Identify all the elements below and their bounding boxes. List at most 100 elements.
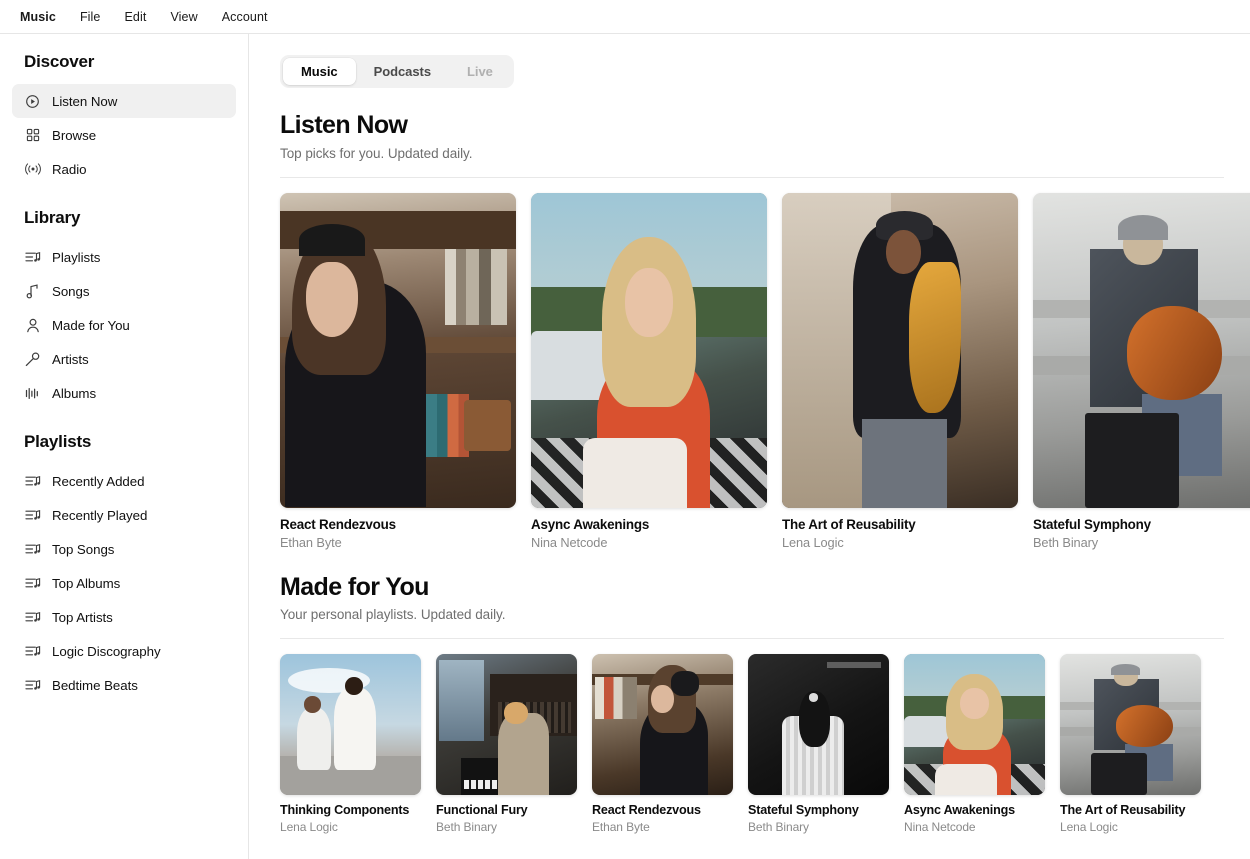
playlist-icon xyxy=(24,677,41,694)
sidebar-heading-playlists: Playlists xyxy=(12,432,236,452)
album-card[interactable]: React Rendezvous Ethan Byte xyxy=(592,654,733,834)
tab-live[interactable]: Live xyxy=(449,58,511,85)
sidebar-item-label: Playlists xyxy=(52,250,100,265)
album-card[interactable]: Stateful Symphony Beth Binary xyxy=(1033,193,1250,550)
sidebar-item-label: Made for You xyxy=(52,318,130,333)
artwork-image xyxy=(782,193,1018,508)
album-artist: Nina Netcode xyxy=(531,535,767,550)
person-icon xyxy=(24,317,41,334)
sidebar-item-made-for-you[interactable]: Made for You xyxy=(12,308,236,342)
sidebar-section-discover: Discover Listen Now Browse xyxy=(12,52,236,186)
sidebar-section-playlists: Playlists Recently Added xyxy=(12,432,236,702)
album-artwork[interactable] xyxy=(904,654,1045,795)
album-artwork[interactable] xyxy=(1060,654,1201,795)
artwork-image xyxy=(904,654,1045,795)
album-title: The Art of Reusability xyxy=(1060,803,1201,817)
sidebar-item-label: Radio xyxy=(52,162,87,177)
artwork-image xyxy=(531,193,767,508)
album-artwork[interactable] xyxy=(592,654,733,795)
album-artist: Lena Logic xyxy=(280,820,421,834)
section-title: Listen Now xyxy=(280,112,1250,140)
sidebar-section-library: Library Playlists xyxy=(12,208,236,410)
artwork-image xyxy=(748,654,889,795)
album-artwork[interactable] xyxy=(531,193,767,508)
album-artwork[interactable] xyxy=(782,193,1018,508)
artwork-image xyxy=(1060,654,1201,795)
album-card[interactable]: Stateful Symphony Beth Binary xyxy=(748,654,889,834)
album-artwork[interactable] xyxy=(436,654,577,795)
sidebar-item-top-albums[interactable]: Top Albums xyxy=(12,566,236,600)
album-artwork[interactable] xyxy=(280,654,421,795)
album-artist: Lena Logic xyxy=(1060,820,1201,834)
sidebar-item-artists[interactable]: Artists xyxy=(12,342,236,376)
menu-item-file[interactable]: File xyxy=(68,6,113,28)
album-artist: Beth Binary xyxy=(748,820,889,834)
album-artist: Nina Netcode xyxy=(904,820,1045,834)
sidebar-item-label: Browse xyxy=(52,128,96,143)
sidebar-item-label: Recently Added xyxy=(52,474,144,489)
section-title: Made for You xyxy=(280,574,1250,602)
sidebar: Discover Listen Now Browse xyxy=(0,34,249,859)
sidebar-item-recently-added[interactable]: Recently Added xyxy=(12,464,236,498)
menu-item-view[interactable]: View xyxy=(158,6,209,28)
playlist-icon xyxy=(24,643,41,660)
tab-music[interactable]: Music xyxy=(283,58,356,85)
menu-item-account[interactable]: Account xyxy=(210,6,280,28)
album-title: Stateful Symphony xyxy=(748,803,889,817)
album-artwork[interactable] xyxy=(748,654,889,795)
album-title: Functional Fury xyxy=(436,803,577,817)
album-title: The Art of Reusability xyxy=(782,517,1018,532)
playlist-icon xyxy=(24,575,41,592)
content-type-tabs: Music Podcasts Live xyxy=(280,55,514,88)
app-shell: Discover Listen Now Browse xyxy=(0,34,1250,859)
music-note-icon xyxy=(24,283,41,300)
playlist-icon xyxy=(24,609,41,626)
sidebar-item-songs[interactable]: Songs xyxy=(12,274,236,308)
grid-icon xyxy=(24,127,41,144)
sidebar-item-label: Recently Played xyxy=(52,508,147,523)
album-title: Thinking Components xyxy=(280,803,421,817)
album-card[interactable]: React Rendezvous Ethan Byte xyxy=(280,193,516,550)
section-divider xyxy=(280,177,1224,178)
sidebar-item-radio[interactable]: Radio xyxy=(12,152,236,186)
sidebar-item-recently-played[interactable]: Recently Played xyxy=(12,498,236,532)
sidebar-item-playlists[interactable]: Playlists xyxy=(12,240,236,274)
section-divider xyxy=(280,638,1224,639)
section-subtitle: Top picks for you. Updated daily. xyxy=(280,146,1250,161)
sidebar-item-bedtime-beats[interactable]: Bedtime Beats xyxy=(12,668,236,702)
sidebar-item-albums[interactable]: Albums xyxy=(12,376,236,410)
sidebar-item-listen-now[interactable]: Listen Now xyxy=(12,84,236,118)
album-artist: Beth Binary xyxy=(436,820,577,834)
sidebar-heading-library: Library xyxy=(12,208,236,228)
album-card[interactable]: Thinking Components Lena Logic xyxy=(280,654,421,834)
album-title: Stateful Symphony xyxy=(1033,517,1250,532)
album-card[interactable]: Async Awakenings Nina Netcode xyxy=(531,193,767,550)
sidebar-item-label: Albums xyxy=(52,386,96,401)
album-artist: Ethan Byte xyxy=(592,820,733,834)
album-card[interactable]: Async Awakenings Nina Netcode xyxy=(904,654,1045,834)
section-subtitle: Your personal playlists. Updated daily. xyxy=(280,607,1250,622)
sidebar-item-top-songs[interactable]: Top Songs xyxy=(12,532,236,566)
album-artwork[interactable] xyxy=(1033,193,1250,508)
sidebar-item-label: Top Artists xyxy=(52,610,113,625)
album-card[interactable]: Functional Fury Beth Binary xyxy=(436,654,577,834)
sidebar-item-logic-discography[interactable]: Logic Discography xyxy=(12,634,236,668)
listen-now-card-row: React Rendezvous Ethan Byte Async Awaken… xyxy=(280,193,1250,550)
tab-podcasts[interactable]: Podcasts xyxy=(356,58,449,85)
album-artist: Beth Binary xyxy=(1033,535,1250,550)
menu-item-music[interactable]: Music xyxy=(8,6,68,28)
album-title: React Rendezvous xyxy=(280,517,516,532)
playlist-icon xyxy=(24,507,41,524)
sidebar-item-browse[interactable]: Browse xyxy=(12,118,236,152)
album-artist: Lena Logic xyxy=(782,535,1018,550)
sidebar-item-label: Logic Discography xyxy=(52,644,161,659)
sidebar-item-label: Top Songs xyxy=(52,542,114,557)
artwork-image xyxy=(436,654,577,795)
album-artwork[interactable] xyxy=(280,193,516,508)
made-for-you-card-row: Thinking Components Lena Logic Functiona… xyxy=(280,654,1250,834)
album-card[interactable]: The Art of Reusability Lena Logic xyxy=(1060,654,1201,834)
album-title: Async Awakenings xyxy=(531,517,767,532)
sidebar-item-top-artists[interactable]: Top Artists xyxy=(12,600,236,634)
album-card[interactable]: The Art of Reusability Lena Logic xyxy=(782,193,1018,550)
menu-item-edit[interactable]: Edit xyxy=(112,6,158,28)
